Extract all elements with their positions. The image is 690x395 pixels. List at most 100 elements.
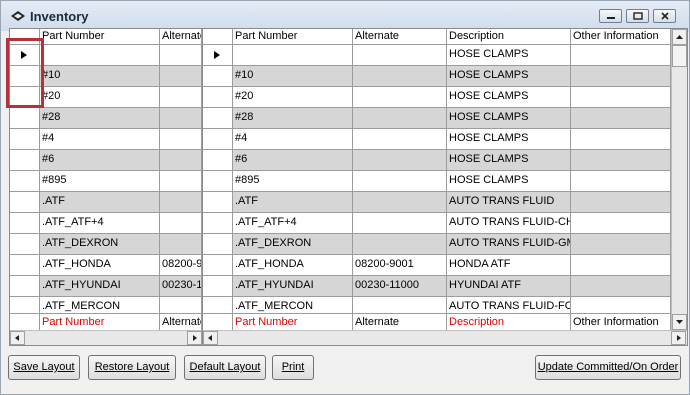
- row-selector[interactable]: [10, 108, 40, 129]
- row-selector[interactable]: [203, 66, 233, 87]
- table-cell-other-information[interactable]: [571, 234, 671, 255]
- row-selector[interactable]: [203, 129, 233, 150]
- row-selector[interactable]: [203, 45, 233, 66]
- table-cell-alternate[interactable]: 00230-11000: [353, 276, 447, 297]
- table-cell-part-number[interactable]: #6: [233, 150, 353, 171]
- table-cell-description[interactable]: HOSE CLAMPS: [447, 150, 571, 171]
- table-cell-part-number[interactable]: #895: [233, 171, 353, 192]
- table-cell-part-number[interactable]: #4: [233, 129, 353, 150]
- table-cell-part-number[interactable]: .ATF_HONDA: [40, 255, 160, 276]
- table-cell-part-number[interactable]: #10: [40, 66, 160, 87]
- table-cell-part-number[interactable]: #895: [40, 171, 160, 192]
- row-selector[interactable]: [10, 192, 40, 213]
- table-cell-part-number[interactable]: #28: [233, 108, 353, 129]
- table-cell-description[interactable]: HOSE CLAMPS: [447, 87, 571, 108]
- table-cell-part-number[interactable]: .ATF_DEXRON: [233, 234, 353, 255]
- row-selector[interactable]: [203, 255, 233, 276]
- table-cell-description[interactable]: HOSE CLAMPS: [447, 45, 571, 66]
- table-cell-part-number[interactable]: .ATF_HONDA: [233, 255, 353, 276]
- save-layout-button[interactable]: Save Layout: [8, 355, 80, 380]
- table-cell-alternate[interactable]: [353, 213, 447, 234]
- print-button[interactable]: Print: [272, 355, 314, 380]
- scroll-up-button[interactable]: [672, 29, 687, 45]
- table-cell-other-information[interactable]: [571, 192, 671, 213]
- table-cell-part-number[interactable]: .ATF_ATF+4: [233, 213, 353, 234]
- table-cell-alternate[interactable]: [353, 87, 447, 108]
- scroll-right-button[interactable]: [187, 331, 202, 345]
- title-bar[interactable]: Inventory: [1, 1, 689, 31]
- table-cell-alternate[interactable]: 08200-9: [160, 255, 202, 276]
- table-cell-description[interactable]: HOSE CLAMPS: [447, 108, 571, 129]
- table-cell-other-information[interactable]: [571, 150, 671, 171]
- default-layout-button[interactable]: Default Layout: [184, 355, 266, 380]
- close-button[interactable]: [653, 9, 676, 23]
- row-selector[interactable]: [203, 276, 233, 297]
- table-cell-alternate[interactable]: [160, 213, 202, 234]
- table-cell-part-number[interactable]: .ATF_DEXRON: [40, 234, 160, 255]
- restore-layout-button[interactable]: Restore Layout: [88, 355, 176, 380]
- table-cell-description[interactable]: HOSE CLAMPS: [447, 129, 571, 150]
- table-cell-alternate[interactable]: [353, 129, 447, 150]
- column-header-part-number[interactable]: Part Number: [40, 29, 160, 45]
- table-cell-part-number[interactable]: #20: [233, 87, 353, 108]
- table-cell-alternate[interactable]: [160, 45, 202, 66]
- table-cell-alternate[interactable]: [353, 66, 447, 87]
- table-cell-alternate[interactable]: [353, 150, 447, 171]
- column-header-alternate[interactable]: Alternate: [160, 29, 202, 45]
- table-cell-other-information[interactable]: [571, 129, 671, 150]
- column-header-other-information[interactable]: Other Information: [571, 29, 671, 45]
- scroll-left-button[interactable]: [203, 331, 218, 345]
- table-cell-description[interactable]: HONDA ATF: [447, 255, 571, 276]
- row-selector[interactable]: [203, 108, 233, 129]
- scroll-down-button[interactable]: [672, 314, 687, 330]
- table-cell-description[interactable]: HOSE CLAMPS: [447, 171, 571, 192]
- scroll-left-button[interactable]: [10, 331, 25, 345]
- restore-button[interactable]: [626, 9, 649, 23]
- table-cell-part-number[interactable]: .ATF: [40, 192, 160, 213]
- table-cell-other-information[interactable]: [571, 45, 671, 66]
- table-cell-alternate[interactable]: [160, 192, 202, 213]
- table-cell-part-number[interactable]: #10: [233, 66, 353, 87]
- table-cell-other-information[interactable]: [571, 213, 671, 234]
- table-cell-description[interactable]: HOSE CLAMPS: [447, 66, 571, 87]
- row-selector[interactable]: [10, 150, 40, 171]
- right-vertical-scrollbar[interactable]: [671, 29, 687, 330]
- table-cell-part-number[interactable]: [233, 45, 353, 66]
- row-selector[interactable]: [10, 129, 40, 150]
- table-cell-other-information[interactable]: [571, 87, 671, 108]
- table-cell-other-information[interactable]: [571, 108, 671, 129]
- minimize-button[interactable]: [599, 9, 622, 23]
- table-cell-alternate[interactable]: [160, 129, 202, 150]
- row-selector[interactable]: [10, 213, 40, 234]
- table-cell-alternate[interactable]: 08200-9001: [353, 255, 447, 276]
- table-cell-part-number[interactable]: #28: [40, 108, 160, 129]
- table-cell-other-information[interactable]: [571, 171, 671, 192]
- table-cell-alternate[interactable]: [353, 192, 447, 213]
- column-header-description[interactable]: Description: [447, 29, 571, 45]
- row-selector[interactable]: [203, 171, 233, 192]
- table-cell-other-information[interactable]: [571, 276, 671, 297]
- table-cell-part-number[interactable]: #4: [40, 129, 160, 150]
- table-cell-description[interactable]: AUTO TRANS FLUID-CH: [447, 213, 571, 234]
- table-cell-alternate[interactable]: [160, 87, 202, 108]
- table-cell-alternate[interactable]: [160, 234, 202, 255]
- row-selector[interactable]: [10, 276, 40, 297]
- table-cell-description[interactable]: HYUNDAI ATF: [447, 276, 571, 297]
- vertical-scroll-thumb[interactable]: [672, 45, 687, 67]
- table-cell-alternate[interactable]: [353, 171, 447, 192]
- right-horizontal-scrollbar[interactable]: [203, 330, 687, 345]
- table-cell-alternate[interactable]: [160, 171, 202, 192]
- left-horizontal-scrollbar[interactable]: [10, 330, 202, 345]
- table-cell-part-number[interactable]: #20: [40, 87, 160, 108]
- table-cell-part-number[interactable]: #6: [40, 150, 160, 171]
- table-cell-alternate[interactable]: [353, 108, 447, 129]
- table-cell-part-number[interactable]: [40, 45, 160, 66]
- table-cell-description[interactable]: AUTO TRANS FLUID-GM: [447, 234, 571, 255]
- row-selector[interactable]: [203, 234, 233, 255]
- table-cell-alternate[interactable]: 00230-1: [160, 276, 202, 297]
- row-selector[interactable]: [203, 87, 233, 108]
- table-cell-alternate[interactable]: [160, 150, 202, 171]
- table-cell-alternate[interactable]: [353, 45, 447, 66]
- table-cell-other-information[interactable]: [571, 66, 671, 87]
- update-committed-button[interactable]: Update Committed/On Order: [535, 355, 681, 380]
